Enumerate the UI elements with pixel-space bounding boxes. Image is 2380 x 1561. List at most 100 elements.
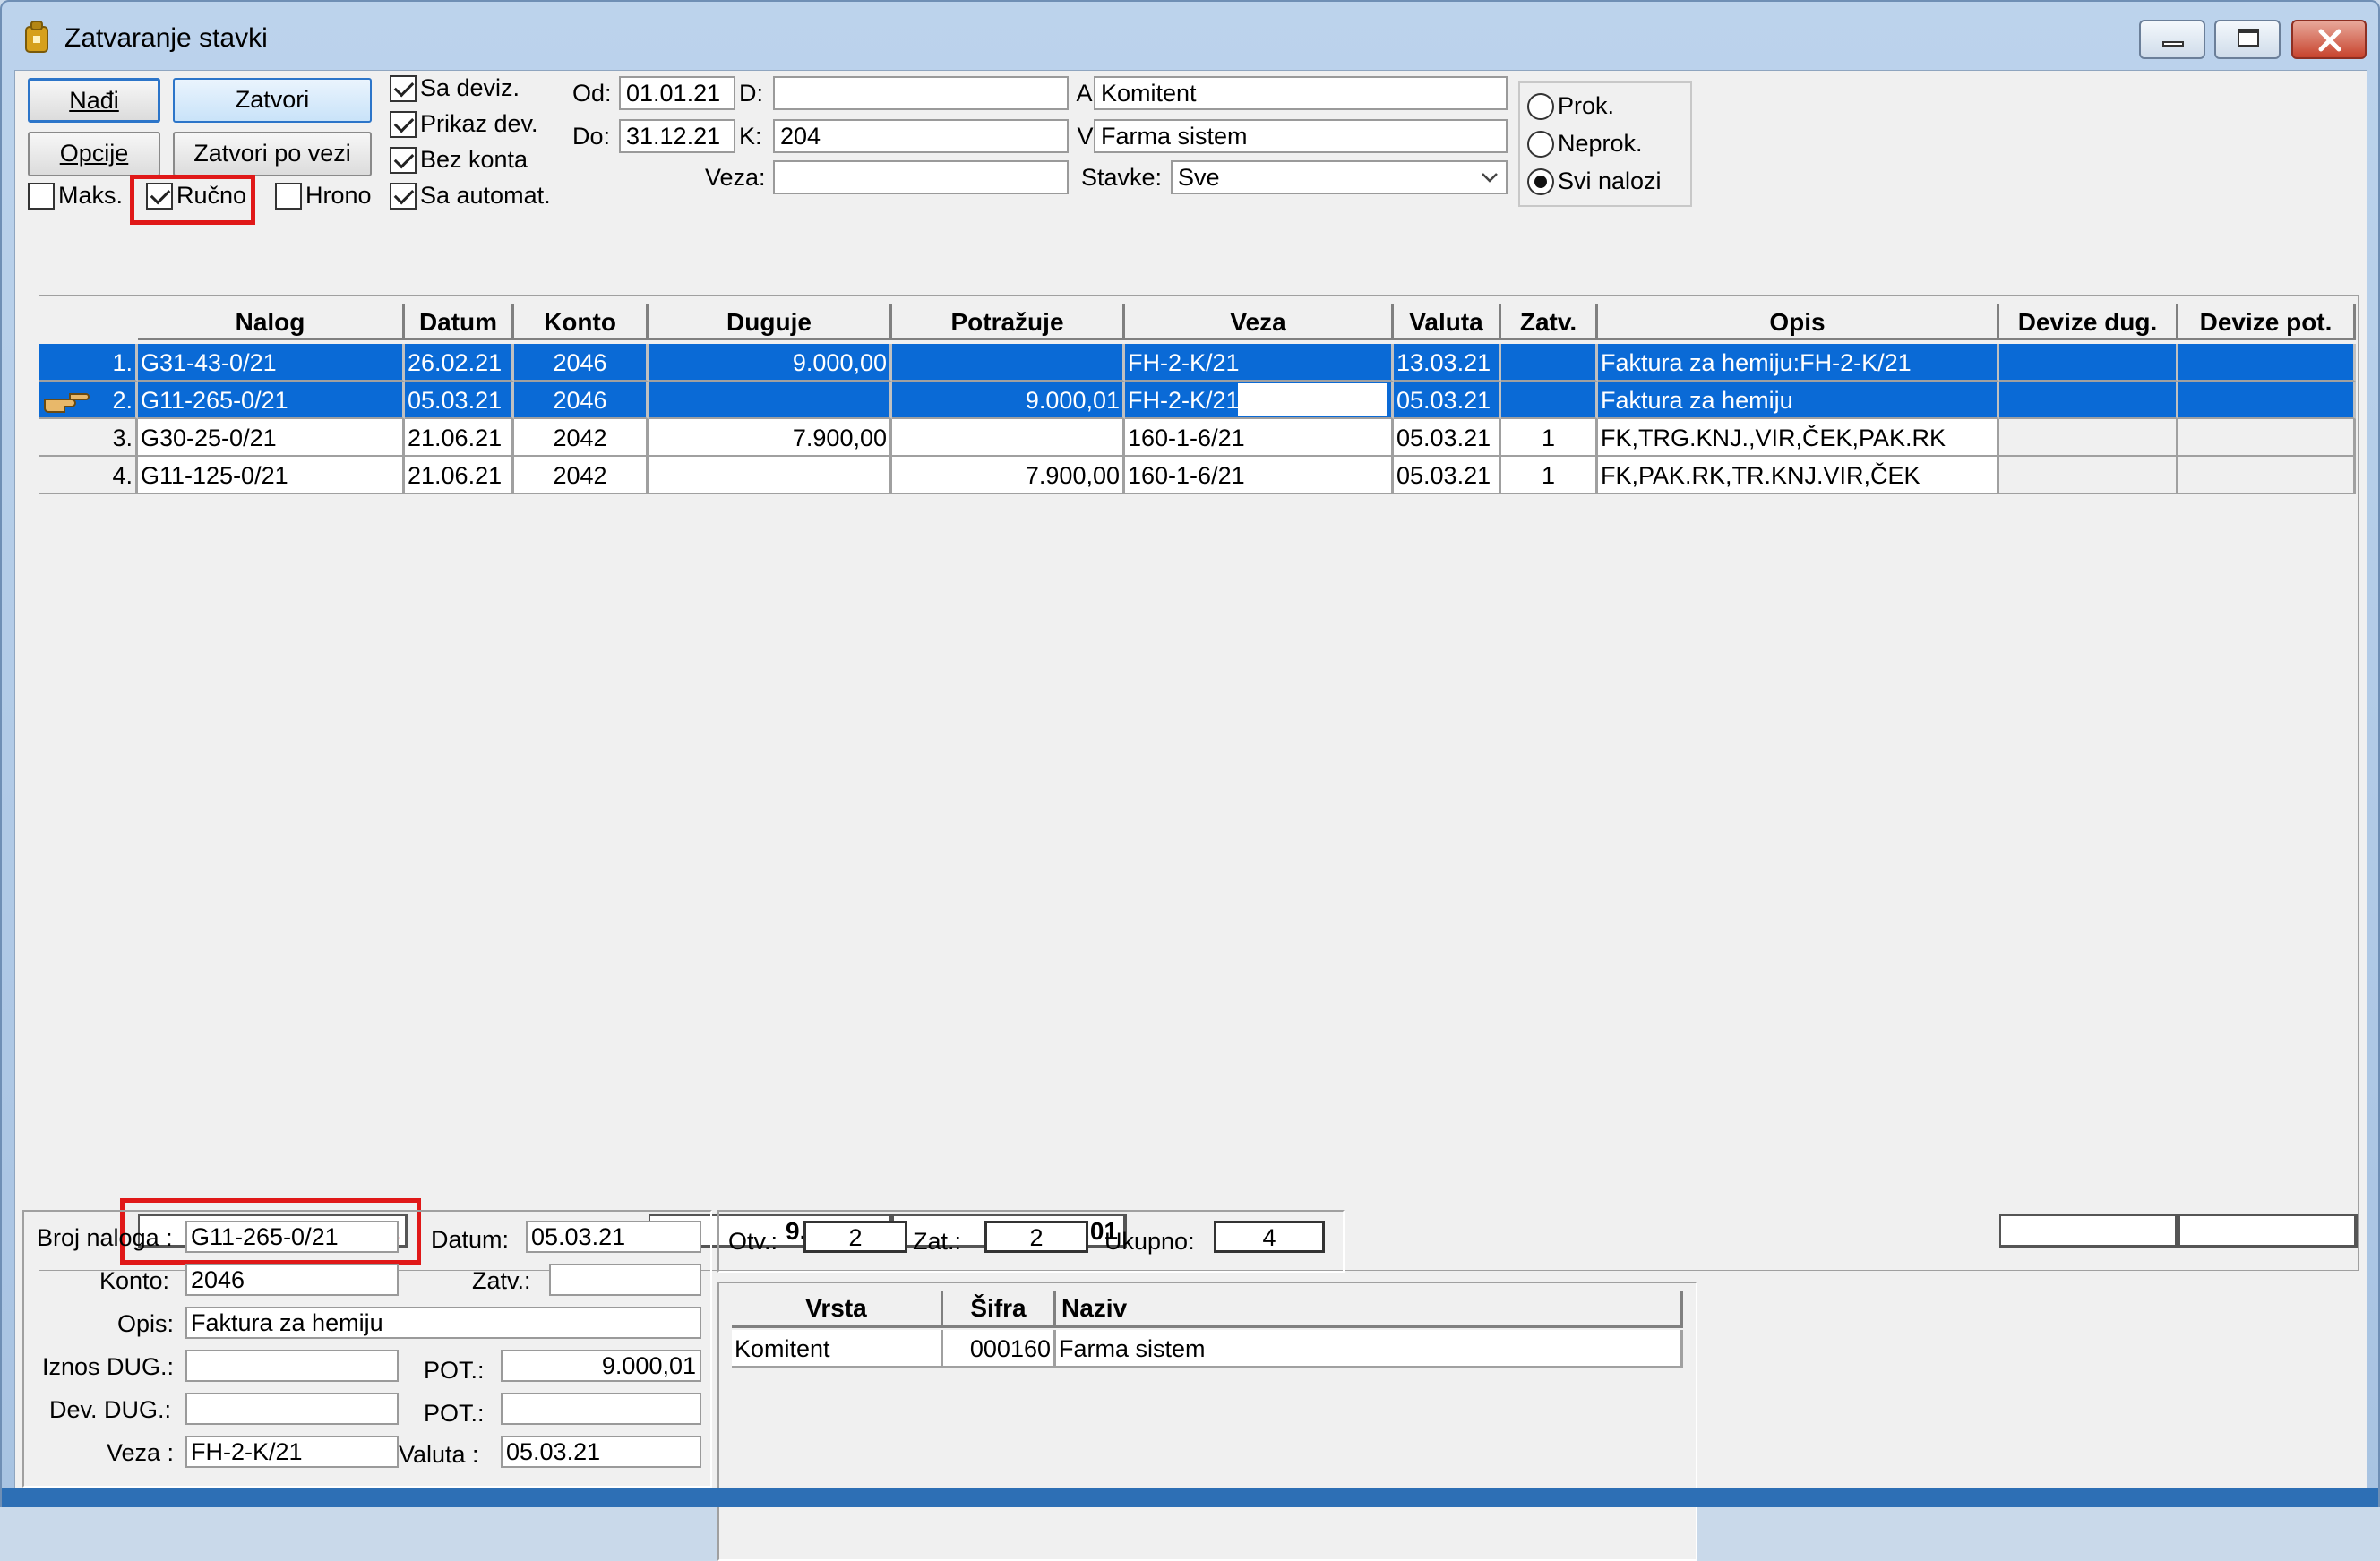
col-header-devize-dug[interactable]: Devize dug.	[1999, 304, 2178, 340]
col-header-datum[interactable]: Datum	[405, 304, 514, 340]
close-button[interactable]	[2291, 20, 2367, 59]
sa-automat-checkbox[interactable]: Sa automat.	[390, 182, 551, 210]
cell-datum[interactable]: 05.03.21	[405, 382, 514, 419]
bez-konta-checkbox[interactable]: Bez konta	[390, 146, 528, 174]
col-header-opis[interactable]: Opis	[1598, 304, 1999, 340]
cell-nalog[interactable]: G30-25-0/21	[138, 419, 405, 457]
cell-datum[interactable]: 21.06.21	[405, 457, 514, 494]
cell-nalog[interactable]: G11-125-0/21	[138, 457, 405, 494]
cell-opis[interactable]: FK,TRG.KNJ.,VIR,ČEK,PAK.RK	[1598, 419, 1999, 457]
cell-zatv[interactable]: 1	[1501, 419, 1598, 457]
veza-detail-field[interactable]: FH-2-K/21	[185, 1436, 399, 1468]
cell-potrazuje[interactable]	[892, 344, 1125, 382]
v-field[interactable]: Farma sistem	[1094, 119, 1508, 153]
col-header-sifra[interactable]: Šifra	[943, 1291, 1056, 1328]
opis-field[interactable]: Faktura za hemiju	[185, 1307, 701, 1339]
svi-nalozi-radio[interactable]: Svi nalozi	[1527, 167, 1662, 195]
cell-datum[interactable]: 26.02.21	[405, 344, 514, 382]
cell-devize-dug[interactable]	[1999, 419, 2178, 457]
col-header-potrazuje[interactable]: Potražuje	[892, 304, 1125, 340]
cell-potrazuje[interactable]	[892, 419, 1125, 457]
cell-nalog[interactable]: G31-43-0/21	[138, 344, 405, 382]
cell-valuta[interactable]: 05.03.21	[1394, 457, 1501, 494]
cell-editor[interactable]	[1238, 383, 1387, 416]
maximize-button[interactable]	[2214, 20, 2281, 59]
zatvori-button[interactable]: Zatvori	[173, 78, 372, 123]
prok-radio[interactable]: Prok.	[1527, 92, 1614, 120]
cell-naziv[interactable]: Farma sistem	[1056, 1330, 1683, 1368]
cell-veza[interactable]: FH-2-K/21	[1125, 344, 1394, 382]
valuta-detail-field[interactable]: 05.03.21	[501, 1436, 701, 1468]
zatvori-po-vezi-button[interactable]: Zatvori po vezi	[173, 132, 372, 176]
cell-devize-dug[interactable]	[1999, 457, 2178, 494]
cell-potrazuje[interactable]: 7.900,00	[892, 457, 1125, 494]
cell-zatv[interactable]	[1501, 382, 1598, 419]
veza-field[interactable]	[773, 160, 1069, 194]
konto-field[interactable]: 2046	[185, 1264, 399, 1296]
chevron-down-icon[interactable]	[1474, 164, 1504, 191]
col-header-duguje[interactable]: Duguje	[649, 304, 892, 340]
dev-pot-field[interactable]	[501, 1393, 701, 1425]
col-header-naziv[interactable]: Naziv	[1056, 1291, 1683, 1328]
cell-devize-pot[interactable]	[2178, 344, 2356, 382]
a-field[interactable]: Komitent	[1094, 76, 1508, 110]
cell-devize-dug[interactable]	[1999, 382, 2178, 419]
col-header-zatv[interactable]: Zatv.	[1501, 304, 1598, 340]
cell-devize-dug[interactable]	[1999, 344, 2178, 382]
opcije-button[interactable]: Opcije	[28, 132, 160, 176]
cell-devize-pot[interactable]	[2178, 382, 2356, 419]
cell-datum[interactable]: 21.06.21	[405, 419, 514, 457]
neprok-radio[interactable]: Neprok.	[1527, 130, 1643, 158]
cell-valuta[interactable]: 13.03.21	[1394, 344, 1501, 382]
cell-konto[interactable]: 2042	[514, 419, 649, 457]
maks-checkbox[interactable]: Maks.	[28, 182, 123, 210]
k-field[interactable]: 204	[773, 119, 1069, 153]
od-field[interactable]: 01.01.21	[619, 76, 735, 110]
hrono-checkbox[interactable]: Hrono	[275, 182, 372, 210]
cell-veza[interactable]: 160-1-6/21	[1125, 419, 1394, 457]
cell-duguje[interactable]	[649, 457, 892, 494]
zatv-field[interactable]	[549, 1264, 701, 1296]
col-header-valuta[interactable]: Valuta	[1394, 304, 1501, 340]
d-field[interactable]	[773, 76, 1069, 110]
col-header-vrsta[interactable]: Vrsta	[732, 1291, 943, 1328]
col-header-konto[interactable]: Konto	[514, 304, 649, 340]
cell-duguje[interactable]: 7.900,00	[649, 419, 892, 457]
cell-opis[interactable]: Faktura za hemiju	[1598, 382, 1999, 419]
cell-sifra[interactable]: 000160	[943, 1330, 1056, 1368]
col-header-devize-pot[interactable]: Devize pot.	[2178, 304, 2356, 340]
cell-potrazuje[interactable]: 9.000,01	[892, 382, 1125, 419]
cell-valuta[interactable]: 05.03.21	[1394, 382, 1501, 419]
minimize-button[interactable]	[2139, 20, 2205, 59]
cell-vrsta[interactable]: Komitent	[732, 1330, 943, 1368]
broj-naloga-field[interactable]: G11-265-0/21	[185, 1221, 399, 1253]
datum-field[interactable]: 05.03.21	[526, 1221, 701, 1253]
nadji-button[interactable]: Nađi	[28, 78, 160, 123]
sa-deviz-checkbox[interactable]: Sa deviz.	[390, 74, 520, 102]
rucno-checkbox[interactable]: Ručno	[146, 182, 246, 210]
pot-field[interactable]: 9.000,01	[501, 1350, 701, 1382]
col-header-veza[interactable]: Veza	[1125, 304, 1394, 340]
cell-opis[interactable]: Faktura za hemiju:FH-2-K/21	[1598, 344, 1999, 382]
do-field[interactable]: 31.12.21	[619, 119, 735, 153]
cell-valuta[interactable]: 05.03.21	[1394, 419, 1501, 457]
cell-konto[interactable]: 2046	[514, 344, 649, 382]
stavke-select[interactable]: Sve	[1171, 160, 1508, 194]
prikaz-dev-checkbox[interactable]: Prikaz dev.	[390, 110, 538, 138]
cell-konto[interactable]: 2046	[514, 382, 649, 419]
cell-zatv[interactable]: 1	[1501, 457, 1598, 494]
cell-veza-editing[interactable]: FH-2-K/21	[1125, 382, 1394, 419]
col-header-nalog[interactable]: Nalog	[138, 304, 405, 340]
cell-veza[interactable]: 160-1-6/21	[1125, 457, 1394, 494]
items-grid[interactable]: Nalog Datum Konto Duguje Potražuje Veza …	[39, 295, 2359, 1271]
analytics-table[interactable]: Vrsta Šifra Naziv Komitent 000160 Farma …	[717, 1282, 1697, 1561]
iznos-dug-field[interactable]	[185, 1350, 399, 1382]
cell-nalog[interactable]: G11-265-0/21	[138, 382, 405, 419]
cell-duguje[interactable]: 9.000,00	[649, 344, 892, 382]
cell-zatv[interactable]	[1501, 344, 1598, 382]
cell-duguje[interactable]	[649, 382, 892, 419]
dev-dug-field[interactable]	[185, 1393, 399, 1425]
cell-opis[interactable]: FK,PAK.RK,TR.KNJ.VIR,ČEK	[1598, 457, 1999, 494]
cell-devize-pot[interactable]	[2178, 419, 2356, 457]
cell-devize-pot[interactable]	[2178, 457, 2356, 494]
